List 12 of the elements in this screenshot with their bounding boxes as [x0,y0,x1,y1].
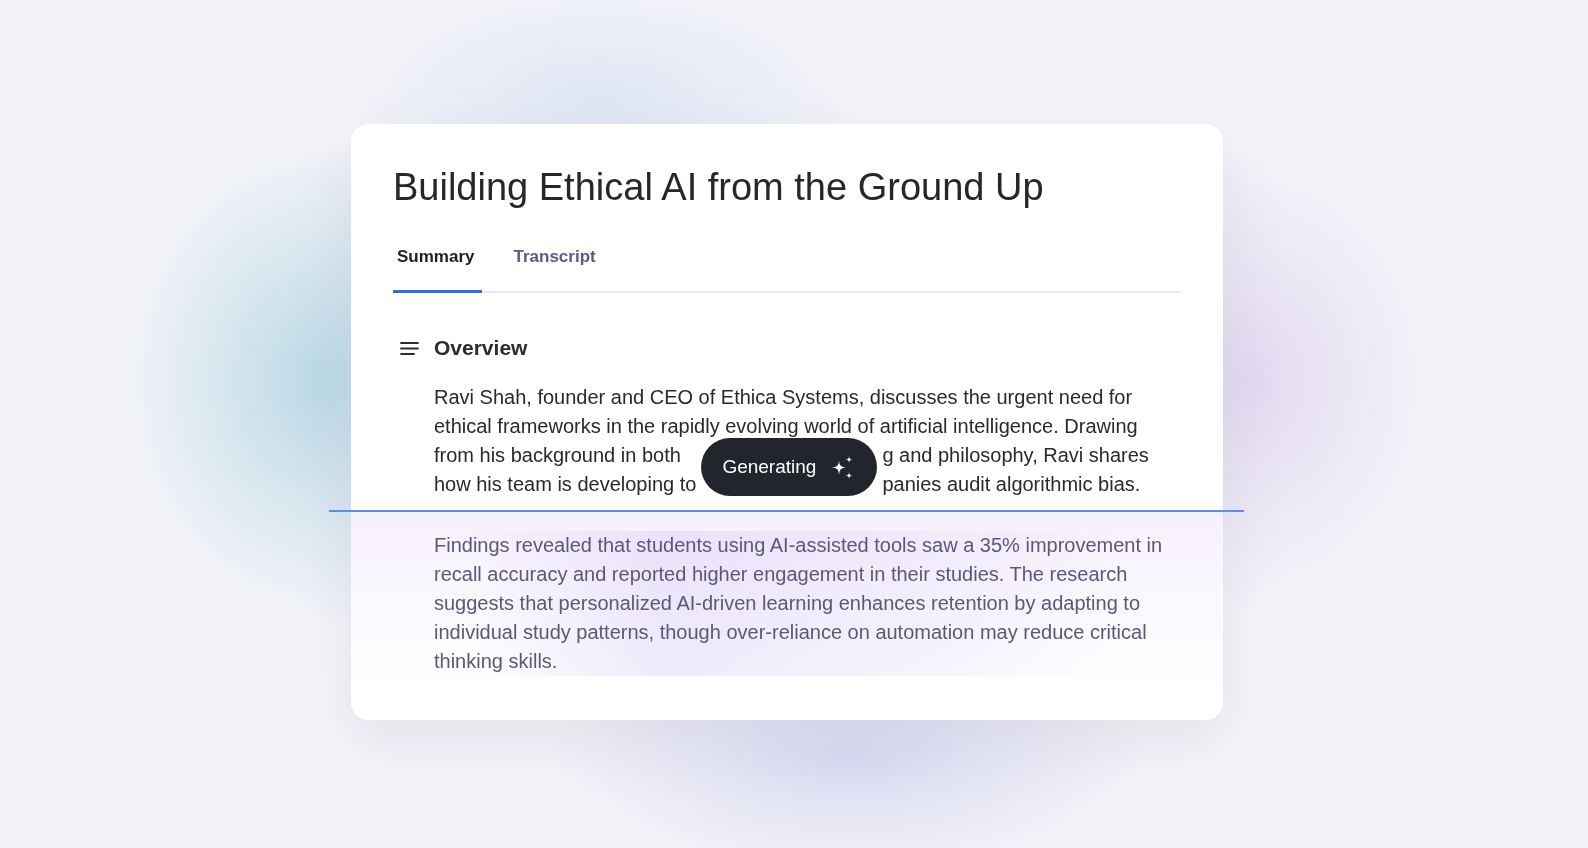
section-heading: Overview [434,336,528,360]
text-fragment: how his team is developing to [434,472,697,497]
paragraph-line: ethical frameworks in the rapidly evolving world of artificial intelligence. Drawing [434,414,1139,439]
text-fragment: from his background in both [434,443,682,468]
text-fragment: panies audit algorithmic bias. [882,472,1142,497]
card-title: Building Ethical AI from the Ground Up [393,165,1045,210]
paragraph-line: Ravi Shah, founder and CEO of Ethica Systems, discusses the urgent need for [434,385,1134,410]
lines-icon [400,341,419,355]
tab[interactable]: Transcript [509,247,604,293]
tab[interactable]: Summary [393,247,483,293]
text-fragment: g and philosophy, Ravi shares [882,443,1149,468]
status-label: Generating [722,455,817,479]
